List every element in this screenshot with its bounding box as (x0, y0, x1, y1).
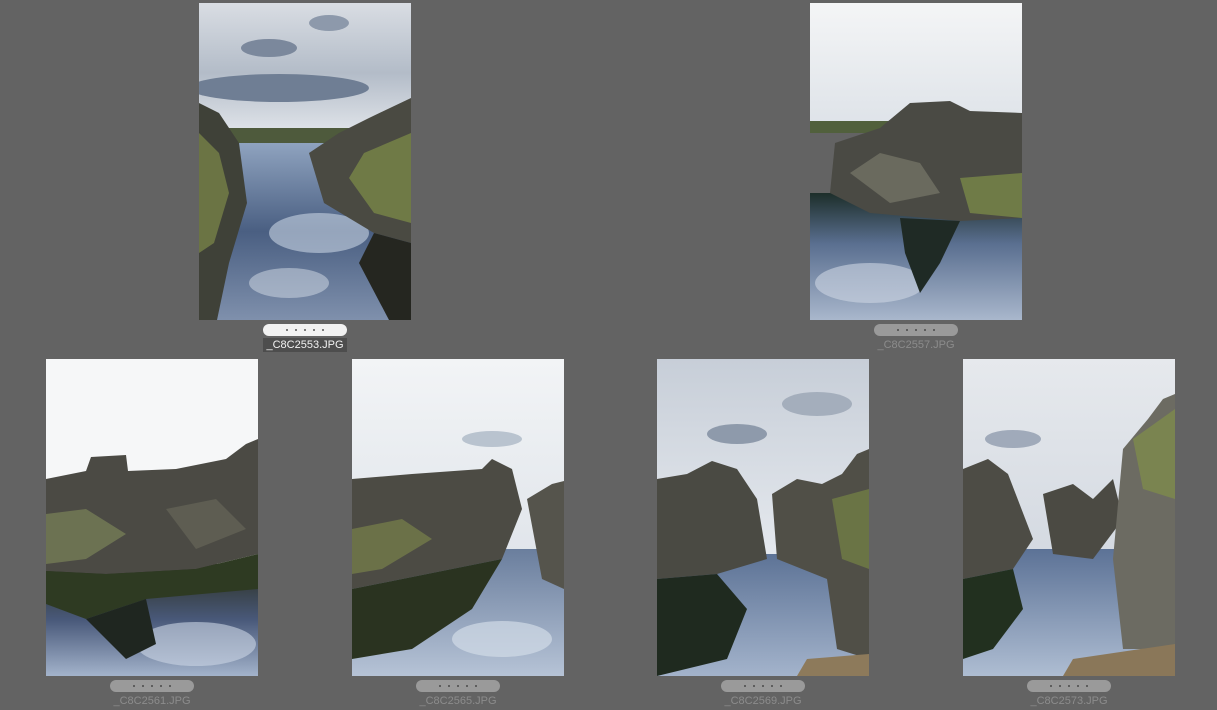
star-dot-icon[interactable] (1059, 685, 1061, 687)
star-rating[interactable] (1027, 680, 1111, 692)
thumbnail-cell[interactable]: _C8C2573.JPG (963, 359, 1175, 708)
photo-thumbnail[interactable] (963, 359, 1175, 676)
star-dot-icon[interactable] (304, 329, 306, 331)
photo-thumbnail[interactable] (199, 3, 411, 320)
thumbnail-grid: _C8C2553.JPG _C8C2557.JPG _C8C2561.JPG _… (0, 0, 1217, 710)
star-dot-icon[interactable] (457, 685, 459, 687)
file-name-label[interactable]: _C8C2557.JPG (874, 338, 957, 352)
thumbnail-cell[interactable]: _C8C2569.JPG (657, 359, 869, 708)
thumbnail-cell[interactable]: _C8C2561.JPG (46, 359, 258, 708)
file-name-label[interactable]: _C8C2553.JPG (263, 338, 347, 352)
photo-thumbnail[interactable] (657, 359, 869, 676)
star-rating[interactable] (416, 680, 500, 692)
star-dot-icon[interactable] (151, 685, 153, 687)
star-dot-icon[interactable] (169, 685, 171, 687)
star-dot-icon[interactable] (1086, 685, 1088, 687)
photo-thumbnail[interactable] (46, 359, 258, 676)
star-dot-icon[interactable] (897, 329, 899, 331)
star-dot-icon[interactable] (466, 685, 468, 687)
star-dot-icon[interactable] (286, 329, 288, 331)
star-dot-icon[interactable] (771, 685, 773, 687)
star-dot-icon[interactable] (780, 685, 782, 687)
photo-thumbnail[interactable] (810, 3, 1022, 320)
star-dot-icon[interactable] (448, 685, 450, 687)
star-rating[interactable] (263, 324, 347, 336)
star-rating[interactable] (721, 680, 805, 692)
file-name-label[interactable]: _C8C2561.JPG (110, 694, 193, 708)
star-rating[interactable] (874, 324, 958, 336)
star-dot-icon[interactable] (1077, 685, 1079, 687)
star-dot-icon[interactable] (160, 685, 162, 687)
star-dot-icon[interactable] (295, 329, 297, 331)
star-dot-icon[interactable] (1050, 685, 1052, 687)
star-dot-icon[interactable] (753, 685, 755, 687)
star-rating[interactable] (110, 680, 194, 692)
star-dot-icon[interactable] (762, 685, 764, 687)
star-dot-icon[interactable] (1068, 685, 1070, 687)
thumbnail-cell[interactable]: _C8C2553.JPG (199, 3, 411, 352)
star-dot-icon[interactable] (475, 685, 477, 687)
star-dot-icon[interactable] (322, 329, 324, 331)
star-dot-icon[interactable] (133, 685, 135, 687)
star-dot-icon[interactable] (933, 329, 935, 331)
star-dot-icon[interactable] (142, 685, 144, 687)
file-name-label[interactable]: _C8C2565.JPG (416, 694, 499, 708)
star-dot-icon[interactable] (744, 685, 746, 687)
file-name-label[interactable]: _C8C2569.JPG (721, 694, 804, 708)
star-dot-icon[interactable] (915, 329, 917, 331)
star-dot-icon[interactable] (313, 329, 315, 331)
thumbnail-cell[interactable]: _C8C2557.JPG (810, 3, 1022, 352)
star-dot-icon[interactable] (924, 329, 926, 331)
star-dot-icon[interactable] (906, 329, 908, 331)
thumbnail-cell[interactable]: _C8C2565.JPG (352, 359, 564, 708)
star-dot-icon[interactable] (439, 685, 441, 687)
photo-thumbnail[interactable] (352, 359, 564, 676)
file-name-label[interactable]: _C8C2573.JPG (1027, 694, 1110, 708)
